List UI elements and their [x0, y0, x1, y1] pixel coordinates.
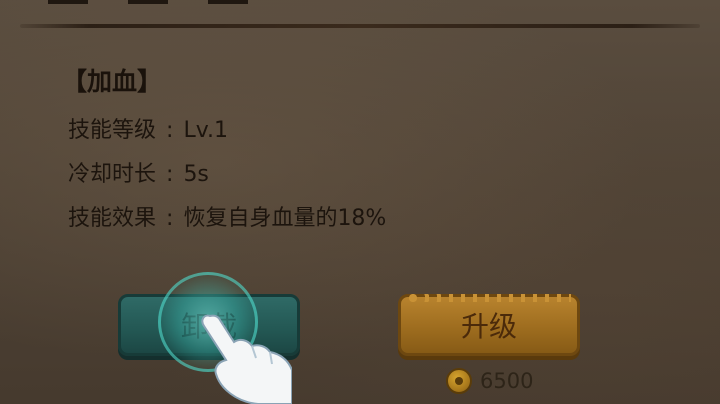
skill-effect-row: 技能效果: 恢复自身血量的18% — [68, 200, 386, 232]
skill-level-label: 技能等级 — [68, 118, 157, 143]
coin-icon — [446, 368, 472, 394]
skill-level-row: 技能等级: Lv.1 — [68, 112, 228, 144]
cost-value: 6500 — [480, 369, 534, 393]
cooldown-value: 5s — [183, 162, 209, 187]
cooldown-label: 冷却时长 — [68, 162, 157, 187]
upgrade-button-label: 升级 — [460, 310, 517, 343]
skill-effect-label: 技能效果 — [68, 206, 157, 231]
upgrade-cost: 6500 — [446, 368, 533, 394]
skill-detail-panel: 【加血】 技能等级:Lv.1 冷却时长:5s 技能效果:恢复自身血量的18% 卸… — [0, 0, 720, 404]
skill-effect-value: 恢复自身血量的18% — [183, 206, 387, 231]
divider — [20, 24, 700, 28]
skill-name: 【加血】 — [62, 67, 163, 96]
pointing-hand-icon — [201, 314, 292, 404]
separator: : — [166, 118, 174, 143]
skill-level-value: Lv.1 — [183, 118, 228, 143]
separator: : — [166, 162, 174, 187]
header-fragment — [48, 0, 348, 8]
button-decoration — [407, 294, 571, 302]
cooldown-row: 冷却时长:5s — [68, 156, 209, 188]
separator: : — [166, 206, 174, 231]
upgrade-button[interactable]: 升级 — [398, 294, 580, 356]
